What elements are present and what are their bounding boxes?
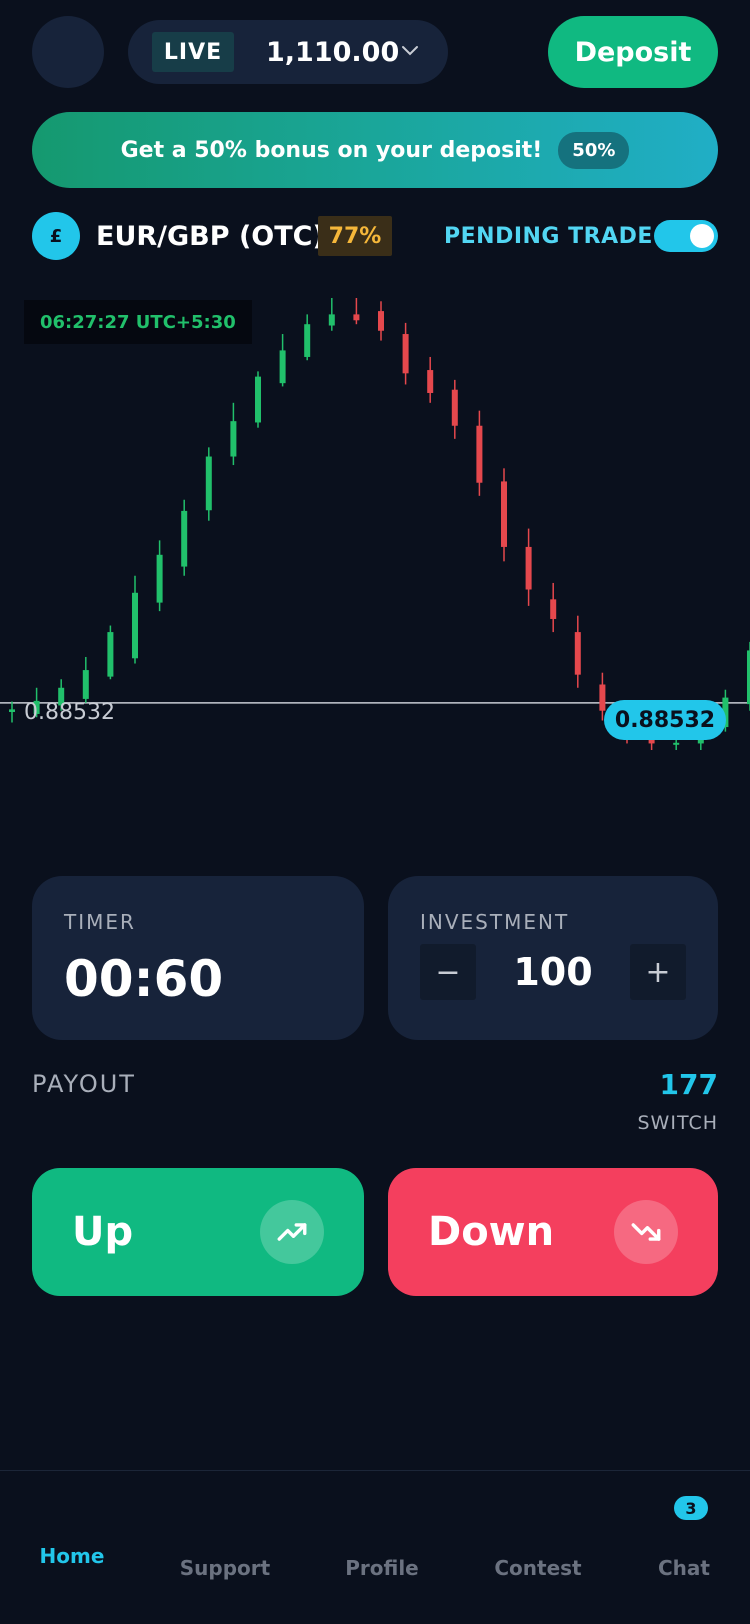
increase-investment-button[interactable]: + [630, 944, 686, 1000]
candle-body [132, 592, 138, 659]
candle-body [107, 632, 114, 677]
promo-text: Get a 50% bonus on your deposit! [120, 137, 543, 163]
toggle-knob [690, 224, 714, 248]
candle [525, 528, 532, 606]
candle-body [82, 670, 89, 699]
nav-home[interactable]: Home [12, 1544, 132, 1568]
candle [82, 656, 89, 703]
candle-body [378, 311, 384, 331]
candle-body [230, 421, 237, 457]
candle [181, 499, 188, 576]
timer-value[interactable]: 00:60 [64, 950, 223, 1008]
decrease-investment-button[interactable]: − [420, 944, 476, 1000]
chevron-down-icon[interactable] [398, 38, 422, 62]
candle [132, 575, 138, 664]
up-label: Up [72, 1209, 134, 1255]
candle [328, 298, 335, 331]
candle [156, 540, 163, 612]
chart-time-label: 06:27:27 UTC+5:30 [24, 300, 252, 344]
candle [9, 701, 15, 723]
promo-badge: 50% [558, 131, 630, 169]
investment-label: INVESTMENT [420, 910, 570, 934]
down-button[interactable]: Down [388, 1168, 718, 1296]
pending-trade-toggle[interactable] [654, 220, 718, 252]
candle-body [353, 314, 360, 321]
trending-down-icon [614, 1200, 678, 1264]
candle [427, 356, 434, 403]
promo-banner[interactable]: Get a 50% bonus on your deposit! 50% [32, 112, 718, 188]
candle-body [427, 370, 434, 393]
candle-body [402, 334, 409, 374]
candle [205, 447, 212, 521]
candle-body [156, 554, 163, 603]
avatar[interactable] [32, 16, 104, 88]
asset-payout-badge: 77% [318, 216, 392, 256]
current-price-label: 0.88532 [24, 700, 115, 725]
payout-label: PAYOUT [32, 1070, 136, 1098]
balance-value: 1,110.00 [266, 36, 400, 68]
candle [451, 379, 458, 439]
deposit-button[interactable]: Deposit [548, 16, 718, 88]
candle-body [501, 481, 507, 547]
candle-body [279, 350, 286, 384]
candle [230, 402, 237, 466]
candle [550, 582, 557, 633]
candle [402, 322, 409, 385]
candle-body [328, 314, 335, 326]
candle [501, 468, 507, 562]
investment-value[interactable]: 100 [476, 944, 630, 1000]
candle-body [550, 599, 557, 619]
candle-body [574, 632, 581, 675]
candle [476, 410, 483, 496]
currency-icon: £ [32, 212, 80, 260]
nav-divider [0, 1470, 750, 1471]
candle [378, 301, 384, 341]
candle-body [255, 376, 261, 423]
down-label: Down [428, 1209, 555, 1255]
nav-chat[interactable]: Chat [624, 1556, 744, 1580]
candle [107, 625, 114, 680]
current-price-tag: 0.88532 [604, 700, 726, 740]
candle [574, 615, 581, 688]
candle-body [451, 389, 458, 426]
candle-body [476, 425, 483, 483]
asset-selector[interactable]: EUR/GBP (OTC) [96, 216, 325, 256]
candle-body [9, 709, 15, 713]
candle [353, 298, 360, 325]
nav-support[interactable]: Support [165, 1556, 285, 1580]
candle [304, 314, 311, 361]
payout-value: 177 [659, 1068, 718, 1101]
switch-button[interactable]: SWITCH [638, 1112, 719, 1134]
pending-trade-label: PENDING TRADE [444, 223, 653, 249]
candle [279, 334, 286, 387]
nav-profile[interactable]: Profile [322, 1556, 442, 1580]
candle-body [205, 456, 212, 511]
account-mode-badge: LIVE [152, 32, 234, 72]
candle [255, 371, 261, 428]
up-button[interactable]: Up [32, 1168, 364, 1296]
nav-contest[interactable]: Contest [478, 1556, 598, 1580]
candle-body [673, 742, 680, 745]
chat-unread-badge: 3 [674, 1496, 708, 1520]
candle-body [525, 546, 532, 590]
trending-up-icon [260, 1200, 324, 1264]
candle-body [599, 684, 606, 711]
candle-body [304, 324, 311, 357]
candle-body [181, 510, 188, 567]
timer-label: TIMER [64, 910, 136, 934]
